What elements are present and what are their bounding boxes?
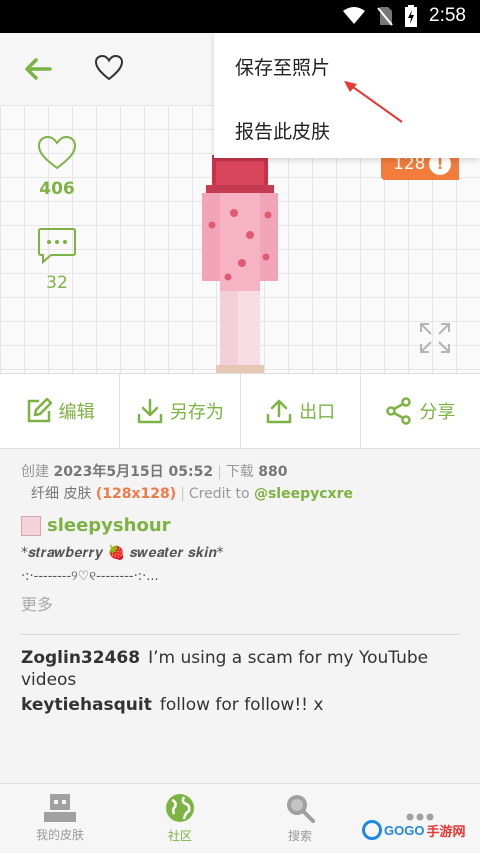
avatar xyxy=(21,515,41,536)
action-bar: 编辑 另存为 出口 分享 xyxy=(0,373,480,449)
model-label: 纤细 xyxy=(31,486,59,502)
edit-button[interactable]: 编辑 xyxy=(0,374,121,448)
share-icon xyxy=(386,397,412,425)
comment-icon xyxy=(38,228,76,265)
save-as-button[interactable]: 另存为 xyxy=(120,374,241,448)
edit-icon xyxy=(27,397,52,423)
credit-label: Credit to xyxy=(188,486,250,502)
expand-icon[interactable] xyxy=(418,321,452,355)
watermark-logo xyxy=(362,820,382,840)
created-label: 创建 xyxy=(21,464,49,480)
author-name[interactable]: sleepyshour xyxy=(47,515,171,536)
edit-label: 编辑 xyxy=(58,402,95,423)
divider xyxy=(21,634,459,635)
globe-icon xyxy=(166,794,194,822)
show-more-link[interactable]: 更多 xyxy=(21,591,53,615)
bottom-navigation: 我的皮肤 社区 搜索 xyxy=(0,783,480,853)
credit-link[interactable]: @sleepycxre xyxy=(254,486,353,502)
export-label: 出口 xyxy=(299,402,336,423)
downloads-label: 下载 xyxy=(225,464,254,480)
menu-item-save-to-photos[interactable]: 保存至照片 xyxy=(235,53,330,80)
annotation-arrow xyxy=(344,81,403,123)
nav-community[interactable]: 社区 xyxy=(120,784,240,853)
comment-user[interactable]: keytiehasquit xyxy=(21,695,152,715)
comment-text: follow for follow!! x xyxy=(159,695,324,715)
watermark-text: GOGO xyxy=(384,822,425,838)
export-button[interactable]: 出口 xyxy=(241,374,361,448)
skin-details: 创建 2023年5月15日 05:52 | 下载 880 纤细 皮肤 (128x12… xyxy=(0,449,480,783)
site-watermark: GOGO 手游网 xyxy=(362,820,465,840)
description-line-1: *𝒔𝒕𝒓𝒂𝒘𝒃𝒆𝒓𝒓𝒚 🍓 𝒔𝒘𝒆𝒂𝒕𝒆𝒓 𝒔𝒌𝒊𝒏* xyxy=(21,545,224,561)
share-label: 分享 xyxy=(419,402,456,423)
watermark-text-2: 手游网 xyxy=(426,823,466,839)
menu-item-report-skin[interactable]: 报告此皮肤 xyxy=(235,117,330,144)
nav-more[interactable] xyxy=(360,784,480,853)
search-icon xyxy=(287,795,315,823)
nav-search-label: 搜索 xyxy=(287,829,312,843)
skin-model[interactable] xyxy=(194,153,286,395)
heart-icon xyxy=(37,135,77,170)
battery-charging-icon xyxy=(405,5,418,27)
download-icon xyxy=(137,398,163,424)
type-label: 皮肤 xyxy=(63,486,92,502)
my-skins-icon xyxy=(44,794,76,822)
description-line-2: ·:·--------୨♡୧--------·:·... xyxy=(21,569,159,584)
no-sim-icon xyxy=(377,7,393,26)
nav-search[interactable]: 搜索 xyxy=(240,784,360,853)
nav-my-skins[interactable]: 我的皮肤 xyxy=(0,784,120,853)
arrow-left-icon[interactable] xyxy=(22,53,54,85)
nav-my-skins-label: 我的皮肤 xyxy=(35,828,84,842)
resolution-text: (128x128) xyxy=(95,486,177,502)
like-counter[interactable]: 406 xyxy=(36,135,78,199)
skin-info: 纤细 皮肤 (128x128) | Credit to @sleepycxre xyxy=(31,486,353,502)
heart-outline-icon[interactable] xyxy=(94,53,124,83)
creation-info: 创建 2023年5月15日 05:52 | 下载 880 xyxy=(21,464,288,480)
comment-item: Zoglin32468 I’m using a scam for my YouTu… xyxy=(21,647,461,691)
comment-user[interactable]: Zoglin32468 xyxy=(21,648,140,668)
save-as-label: 另存为 xyxy=(169,402,224,423)
author-row[interactable]: sleepyshour xyxy=(21,515,171,536)
upload-icon xyxy=(266,399,292,424)
nav-community-label: 社区 xyxy=(167,829,192,843)
created-date: 2023年5月15日 05:52 xyxy=(53,464,214,480)
wifi-icon xyxy=(343,7,366,24)
comment-counter[interactable]: 32 xyxy=(36,227,78,293)
share-button[interactable]: 分享 xyxy=(361,374,480,448)
downloads-count: 880 xyxy=(258,464,288,480)
comment-count: 32 xyxy=(46,273,68,293)
clock: 2:58 xyxy=(429,5,466,26)
like-count: 406 xyxy=(39,179,75,199)
comment-item: keytiehasquit follow for follow!! x xyxy=(21,694,461,716)
status-bar: 2:58 xyxy=(0,0,480,33)
